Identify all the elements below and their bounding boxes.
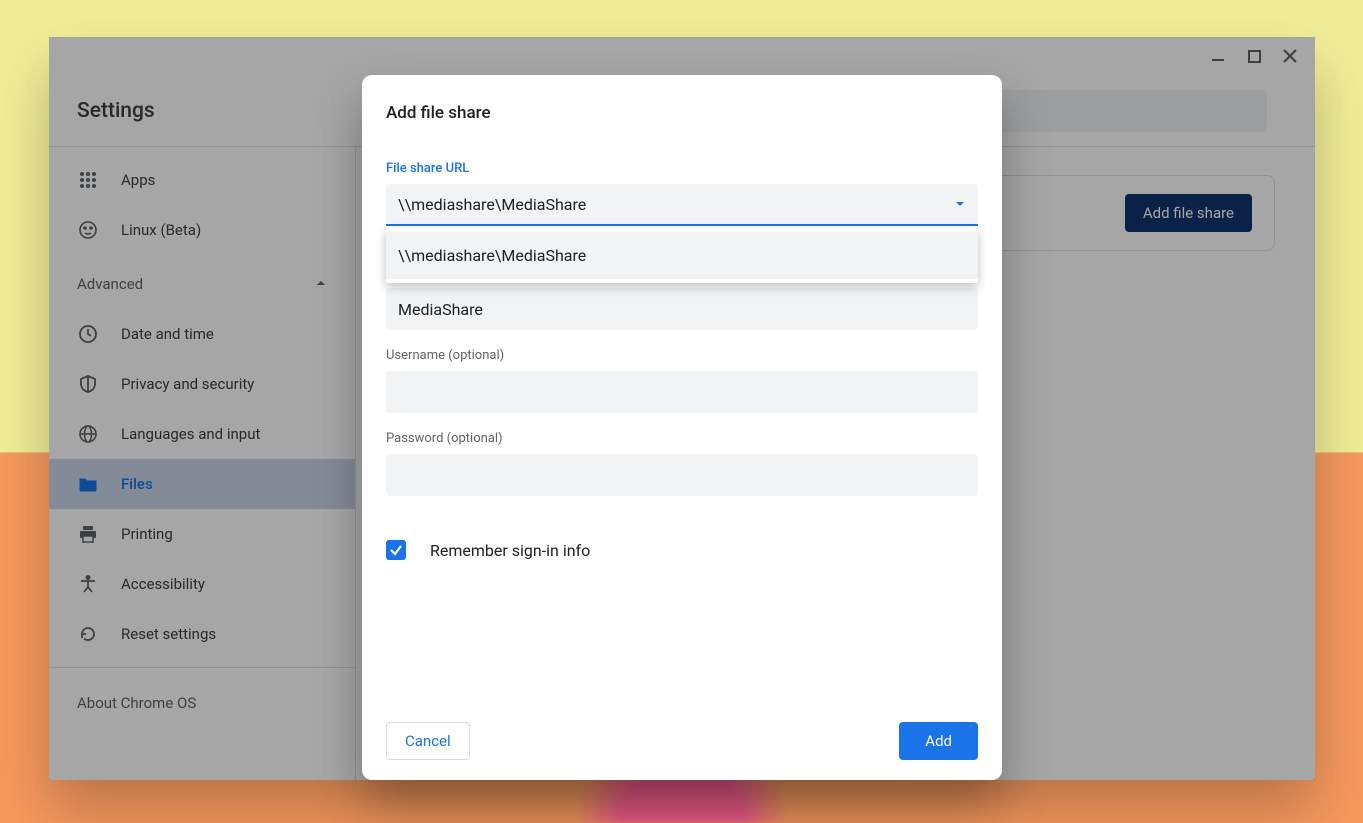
- cancel-button[interactable]: Cancel: [386, 722, 470, 760]
- password-field-label: Password (optional): [386, 431, 978, 446]
- password-input[interactable]: [386, 454, 978, 496]
- username-field-label: Username (optional): [386, 348, 978, 363]
- add-button[interactable]: Add: [899, 722, 978, 760]
- add-file-share-dialog: Add file share File share URL \\mediasha…: [362, 75, 1002, 780]
- remember-checkbox[interactable]: [386, 540, 406, 560]
- url-dropdown-item[interactable]: \\mediashare\MediaShare: [386, 232, 978, 279]
- url-field-label: File share URL: [386, 161, 978, 176]
- file-share-url-input[interactable]: [398, 195, 954, 214]
- remember-label: Remember sign-in info: [430, 541, 590, 560]
- dialog-title: Add file share: [386, 103, 978, 123]
- file-share-url-combo[interactable]: \\mediashare\MediaShare: [386, 184, 978, 226]
- dropdown-caret-icon[interactable]: [954, 195, 966, 214]
- username-input[interactable]: [386, 371, 978, 413]
- checkmark-icon: [389, 543, 403, 557]
- url-dropdown: \\mediashare\MediaShare: [386, 228, 978, 283]
- display-name-field[interactable]: MediaShare: [386, 288, 978, 330]
